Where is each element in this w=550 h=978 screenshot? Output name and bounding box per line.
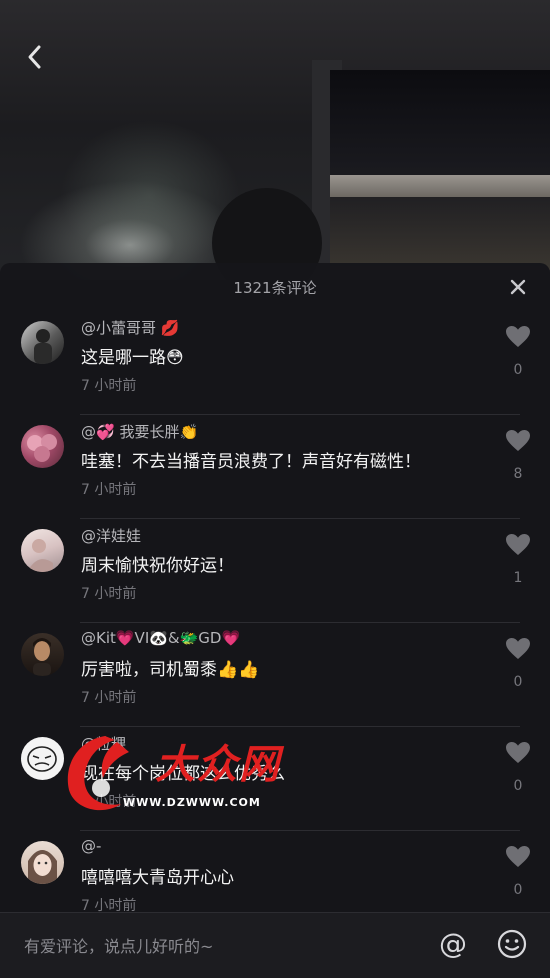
comment-time: 7 小时前 (81, 690, 137, 706)
like-button[interactable]: 0 (504, 741, 532, 794)
like-button[interactable]: 0 (504, 845, 532, 898)
avatar-meme-face (27, 746, 57, 772)
video-overpass (330, 175, 550, 197)
avatar[interactable] (21, 425, 64, 468)
comment-time: 7 小时前 (81, 378, 137, 394)
comment-username[interactable]: @💞 我要长胖👏 (81, 421, 198, 442)
smiley-icon (497, 929, 527, 959)
comment-username[interactable]: @洋娃娃 (81, 525, 141, 546)
comment-text: 嘻嘻嘻大青岛开心心 (81, 868, 234, 888)
mention-button[interactable]: @ (437, 928, 469, 960)
video-window (330, 70, 550, 270)
emoji-button[interactable] (497, 929, 527, 959)
comment-time: 7 小时前 (81, 794, 137, 810)
comment-text: 哇塞！不去当播音员浪费了！声音好有磁性！ (81, 452, 421, 472)
avatar-face (28, 850, 57, 884)
like-button[interactable]: 1 (504, 533, 532, 586)
comment-item: @粒粿 现在每个岗位都这么优秀么 7 小时前 0 (0, 727, 550, 831)
comment-username[interactable]: @粒粿 (81, 733, 126, 754)
comment-item: @小蕾哥哥 💋 这是哪一路😳 7 小时前 0 (0, 311, 550, 415)
like-count: 1 (513, 570, 523, 586)
heart-icon (506, 326, 530, 347)
avatar[interactable] (21, 841, 64, 884)
comment-item: @💞 我要长胖👏 哇塞！不去当播音员浪费了！声音好有磁性！ 7 小时前 8 (0, 415, 550, 519)
avatar[interactable] (21, 737, 64, 780)
like-count: 0 (513, 362, 523, 378)
heart-icon (506, 534, 530, 555)
like-count: 0 (513, 674, 523, 690)
comment-input[interactable]: 有爱评论，说点儿好听的~ (24, 933, 213, 957)
heart-icon (506, 430, 530, 451)
like-count: 0 (513, 778, 523, 794)
heart-icon (506, 846, 530, 867)
avatar[interactable] (21, 633, 64, 676)
like-count: 8 (513, 466, 523, 482)
comment-time: 7 小时前 (81, 586, 137, 602)
back-button[interactable] (18, 40, 52, 74)
like-button[interactable]: 0 (504, 325, 532, 378)
comment-text: 这是哪一路😳 (81, 348, 184, 368)
avatar-figure (29, 539, 53, 572)
comment-count-title: 1321条评论 (233, 278, 317, 297)
close-button[interactable] (508, 277, 528, 297)
at-icon: @ (439, 927, 467, 960)
comment-sheet-header: 1321条评论 (0, 263, 550, 311)
close-icon (510, 279, 526, 295)
avatar-figure (34, 329, 52, 364)
chevron-left-icon (28, 45, 41, 69)
like-count: 0 (513, 882, 523, 898)
comment-username[interactable]: @- (81, 837, 101, 855)
comment-text: 现在每个岗位都这么优秀么 (81, 764, 285, 784)
comment-username[interactable]: @小蕾哥哥 💋 (81, 317, 179, 338)
avatar[interactable] (21, 529, 64, 572)
comment-time: 7 小时前 (81, 482, 137, 498)
avatar[interactable] (21, 321, 64, 364)
comment-input-bar: 有爱评论，说点儿好听的~ @ (0, 912, 550, 978)
heart-icon (506, 742, 530, 763)
comment-item: @Kit💗VI🐼&🐲GD💗 厉害啦，司机蜀黍👍👍 7 小时前 0 (0, 623, 550, 727)
like-button[interactable]: 8 (504, 429, 532, 482)
heart-icon (506, 638, 530, 659)
avatar-figure (33, 638, 51, 676)
avatar-peaches (27, 434, 57, 462)
comment-username[interactable]: @Kit💗VI🐼&🐲GD💗 (81, 629, 240, 647)
comment-text: 周末愉快祝你好运！ (81, 556, 234, 576)
comment-item: @洋娃娃 周末愉快祝你好运！ 7 小时前 1 (0, 519, 550, 623)
comment-text: 厉害啦，司机蜀黍👍👍 (81, 660, 260, 680)
comment-sheet: 1321条评论 @小蕾哥哥 💋 这是哪一路😳 7 小时前 0 @💞 我要长胖👏 … (0, 263, 550, 977)
like-button[interactable]: 0 (504, 637, 532, 690)
